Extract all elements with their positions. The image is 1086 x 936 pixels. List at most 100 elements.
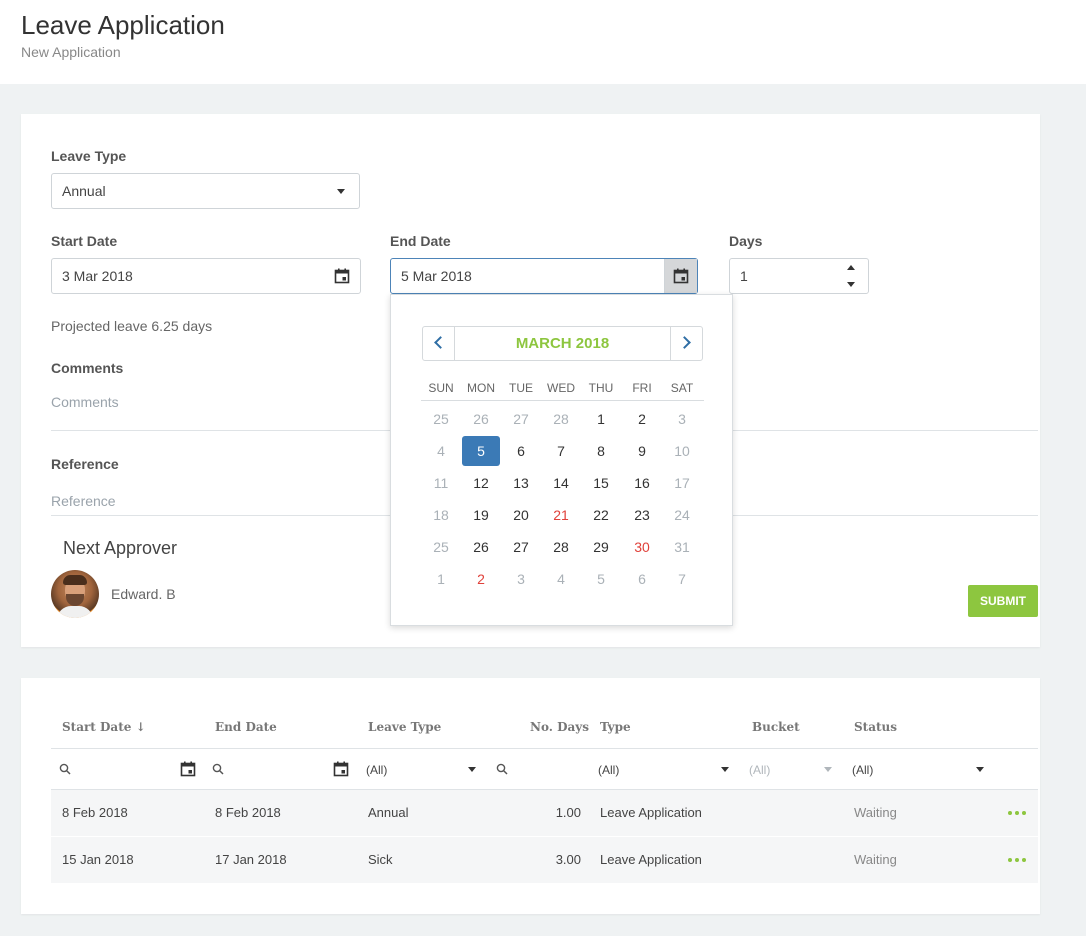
calendar-day[interactable]: 31 [663, 532, 701, 562]
search-icon[interactable] [212, 763, 224, 775]
calendar-icon[interactable] [334, 268, 350, 284]
calendar-day[interactable]: 14 [542, 468, 580, 498]
weekday-thu: THU [588, 381, 614, 395]
cell-leave-type: Sick [368, 852, 393, 867]
calendar-day[interactable]: 19 [462, 500, 500, 530]
comments-label: Comments [51, 360, 124, 376]
reference-input[interactable]: Reference [51, 493, 116, 509]
calendar-day[interactable]: 28 [542, 532, 580, 562]
table-row[interactable]: 15 Jan 2018 17 Jan 2018 Sick 3.00 Leave … [51, 837, 1038, 883]
page-header: Leave Application New Application [0, 0, 1086, 84]
cell-start-date: 15 Jan 2018 [62, 852, 134, 867]
calendar-day[interactable]: 8 [582, 436, 620, 466]
calendar-day[interactable]: 26 [462, 404, 500, 434]
calendar-day[interactable]: 23 [623, 500, 661, 530]
calendar-day[interactable]: 6 [502, 436, 540, 466]
end-date-label: End Date [390, 233, 451, 249]
calendar-day[interactable]: 1 [582, 404, 620, 434]
end-date-calendar-button[interactable] [664, 259, 697, 293]
calendar-day[interactable]: 4 [422, 436, 460, 466]
end-date-value: 5 Mar 2018 [401, 268, 472, 284]
filter-bucket: (All) [749, 763, 771, 777]
calendar-day[interactable]: 18 [422, 500, 460, 530]
days-stepper[interactable]: 1 [729, 258, 869, 294]
calendar-day[interactable]: 16 [623, 468, 661, 498]
end-date-input[interactable]: 5 Mar 2018 [390, 258, 698, 294]
calendar-day-selected[interactable]: 5 [462, 436, 500, 466]
calendar-day[interactable]: 3 [502, 564, 540, 594]
calendar-day[interactable]: 15 [582, 468, 620, 498]
calendar-day[interactable]: 20 [502, 500, 540, 530]
calendar-day[interactable]: 28 [542, 404, 580, 434]
calendar-day[interactable]: 7 [542, 436, 580, 466]
filter-type[interactable]: (All) [598, 763, 619, 777]
calendar-icon[interactable] [333, 761, 349, 777]
cell-leave-type: Annual [368, 805, 409, 820]
next-month-button[interactable] [670, 327, 702, 360]
calendar-month-label[interactable]: MARCH 2018 [455, 327, 670, 360]
cell-days: 1.00 [555, 805, 581, 820]
filter-leave-type[interactable]: (All) [366, 763, 387, 777]
calendar-day[interactable]: 2 [462, 564, 500, 594]
calendar-day[interactable]: 17 [663, 468, 701, 498]
col-type[interactable]: Type [600, 720, 631, 734]
chevron-down-icon[interactable] [468, 767, 476, 772]
calendar-day[interactable]: 10 [663, 436, 701, 466]
spin-down-icon[interactable] [847, 282, 855, 287]
calendar-day[interactable]: 4 [542, 564, 580, 594]
filter-status[interactable]: (All) [852, 763, 873, 777]
chevron-down-icon[interactable] [721, 767, 729, 772]
prev-month-button[interactable] [423, 327, 455, 360]
calendar-day[interactable]: 6 [623, 564, 661, 594]
header-divider [51, 748, 1038, 749]
calendar-header: MARCH 2018 [422, 326, 703, 361]
calendar-day[interactable]: 3 [663, 404, 701, 434]
search-icon[interactable] [496, 763, 508, 775]
calendar-day[interactable]: 5 [582, 564, 620, 594]
reference-label: Reference [51, 456, 119, 472]
calendar-day[interactable]: 29 [582, 532, 620, 562]
start-date-input[interactable]: 3 Mar 2018 [51, 258, 361, 294]
days-value: 1 [740, 268, 748, 284]
leave-type-select[interactable]: Annual [51, 173, 360, 209]
days-spinner[interactable] [846, 265, 856, 287]
leave-history-grid: Start Date ↓ End Date Leave Type No. Day… [21, 678, 1040, 914]
start-date-value: 3 Mar 2018 [62, 268, 133, 284]
calendar-day[interactable]: 21 [542, 500, 580, 530]
calendar-day[interactable]: 13 [502, 468, 540, 498]
calendar-day[interactable]: 7 [663, 564, 701, 594]
calendar-day[interactable]: 12 [462, 468, 500, 498]
spin-up-icon[interactable] [847, 265, 855, 270]
chevron-down-icon[interactable] [976, 767, 984, 772]
calendar-day[interactable]: 25 [422, 532, 460, 562]
more-actions-icon[interactable] [1008, 858, 1026, 862]
calendar-day[interactable]: 22 [582, 500, 620, 530]
calendar-day[interactable]: 30 [623, 532, 661, 562]
table-row[interactable]: 8 Feb 2018 8 Feb 2018 Annual 1.00 Leave … [51, 790, 1038, 836]
col-status[interactable]: Status [854, 720, 897, 734]
calendar-icon[interactable] [180, 761, 196, 777]
calendar-day[interactable]: 26 [462, 532, 500, 562]
calendar-day[interactable]: 9 [623, 436, 661, 466]
search-icon[interactable] [59, 763, 71, 775]
more-actions-icon[interactable] [1008, 811, 1026, 815]
calendar-day[interactable]: 27 [502, 404, 540, 434]
col-end-date[interactable]: End Date [215, 720, 277, 734]
col-start-date[interactable]: Start Date ↓ [62, 720, 146, 734]
col-bucket[interactable]: Bucket [752, 720, 800, 734]
calendar-day[interactable]: 24 [663, 500, 701, 530]
col-leave-type[interactable]: Leave Type [368, 720, 441, 734]
cell-days: 3.00 [555, 852, 581, 867]
weekday-fri: FRI [632, 381, 652, 395]
cell-type: Leave Application [600, 852, 702, 867]
calendar-day[interactable]: 25 [422, 404, 460, 434]
calendar-day[interactable]: 1 [422, 564, 460, 594]
chevron-left-icon [434, 336, 447, 349]
calendar-day[interactable]: 2 [623, 404, 661, 434]
calendar-day[interactable]: 11 [422, 468, 460, 498]
col-no-days[interactable]: No. Days [530, 720, 589, 734]
comments-input[interactable]: Comments [51, 394, 119, 410]
calendar-day[interactable]: 27 [502, 532, 540, 562]
submit-button[interactable]: SUBMIT [968, 585, 1038, 617]
start-date-label: Start Date [51, 233, 118, 249]
